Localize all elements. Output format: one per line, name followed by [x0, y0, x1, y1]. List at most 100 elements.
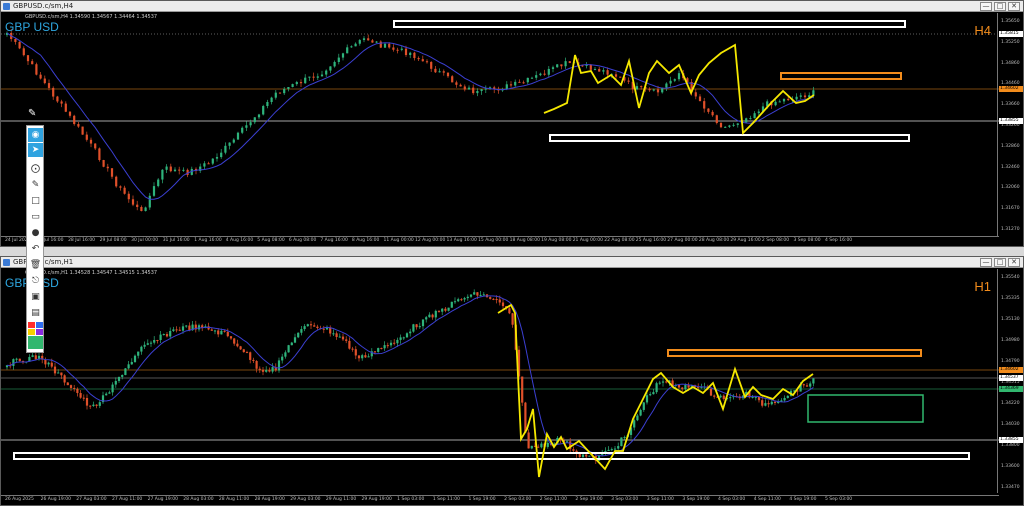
candle-body [89, 139, 93, 144]
close-button[interactable]: ✕ [1008, 2, 1020, 11]
price-scale[interactable]: 1.35650 1.35250 1.34860 1.34460 1.33660 1.332… [997, 13, 1023, 237]
candle-body [295, 82, 298, 85]
candle-body [383, 345, 386, 349]
time-label: 26 Aug 19:00 [40, 497, 71, 502]
candle-body [652, 392, 655, 395]
clipboard-icon[interactable]: ▤ [28, 306, 43, 320]
candle-body [325, 70, 328, 75]
candle-body [620, 437, 623, 447]
candlestick-chart-h4[interactable] [1, 13, 999, 237]
maximize-button[interactable]: □ [994, 258, 1006, 267]
candle-body [316, 326, 319, 329]
minimize-button[interactable]: — [980, 258, 992, 267]
candle-body [346, 47, 349, 54]
candle-body [341, 336, 345, 340]
candle-body [262, 106, 265, 115]
candle-body [89, 405, 92, 407]
price-tag: 1.33855 [999, 437, 1023, 443]
candle-body [236, 343, 239, 347]
price-tick: 1.34790 [1001, 359, 1020, 364]
time-label: 29 Aug 19:00 [361, 497, 392, 502]
price-tick: 1.35130 [1001, 317, 1020, 322]
candle-body [480, 89, 483, 92]
candle-body [476, 91, 479, 94]
undo-icon[interactable]: ↶ [28, 242, 43, 256]
candle-body [623, 437, 626, 439]
time-label: 4 Aug 16:00 [225, 238, 254, 243]
candle-body [409, 52, 412, 56]
candle-body [283, 88, 286, 94]
pen-pin-icon[interactable]: ✎ [28, 108, 39, 121]
candle-body [236, 132, 240, 140]
candlestick-chart-h1[interactable] [1, 269, 999, 495]
cursor-icon[interactable]: ➤ [28, 143, 43, 157]
candle-body [98, 402, 101, 406]
time-axis[interactable]: 24 Jul 2025 25 Jul 16:00 28 Jul 16:00 29 Ju… [1, 236, 999, 246]
candle-body [249, 352, 252, 360]
price-scale[interactable]: 1.35540 1.35335 1.35130 1.34980 1.34790 1.345… [997, 269, 1023, 493]
candle-body [707, 108, 710, 112]
candle-body [437, 310, 441, 312]
title-bar[interactable]: GBPUSD.c/sm,H1 — □ ✕ [1, 257, 1023, 268]
color-swatch-blue[interactable] [36, 322, 43, 328]
candle-body [162, 334, 165, 336]
eraser-icon[interactable]: ▭ [28, 210, 43, 224]
candle-body [802, 384, 805, 386]
candle-body [76, 388, 79, 394]
chart-window-h1[interactable]: GBPUSD.c/sm,H1 — □ ✕ GBPUSD.c/sm,H1 1.34… [0, 256, 1024, 506]
screenshot-icon[interactable]: ▣ [28, 290, 43, 304]
candle-body [619, 76, 622, 78]
candle-body [405, 333, 409, 338]
eye-icon[interactable]: ◉ [28, 128, 43, 142]
candle-body [85, 134, 88, 140]
candle-body [715, 115, 718, 123]
candle-body [722, 395, 725, 400]
candle-body [642, 402, 645, 410]
candle-body [809, 383, 812, 387]
candle-body [661, 381, 665, 383]
close-button[interactable]: ✕ [1008, 258, 1020, 267]
pencil-icon[interactable]: ✎ [28, 178, 43, 192]
candle-body [633, 420, 636, 428]
time-label: 8 Aug 16:00 [351, 238, 380, 243]
candle-body [335, 333, 338, 337]
candle-body [265, 370, 268, 372]
candle-body [60, 372, 63, 376]
title-bar[interactable]: GBPUSD.c/sm,H4 — □ ✕ [1, 1, 1023, 12]
candle-body [130, 362, 133, 365]
rectangle-icon[interactable]: □ [28, 194, 43, 208]
maximize-button[interactable]: □ [994, 2, 1006, 11]
candle-body [598, 68, 601, 72]
candle-body [39, 74, 42, 79]
price-tick: 1.35335 [1001, 296, 1020, 301]
candle-body [77, 124, 80, 127]
candle-body [220, 330, 223, 335]
time-axis[interactable]: 26 Aug 2025 26 Aug 19:00 27 Aug 03:00 27 Au… [1, 495, 999, 505]
chart-window-h4[interactable]: GBPUSD.c/sm,H4 — □ ✕ GBPUSD.c/sm,H4 1.34… [0, 0, 1024, 247]
candle-body [526, 77, 529, 83]
active-color-swatch[interactable] [28, 336, 43, 349]
candle-body [412, 324, 415, 332]
candle-body [127, 193, 130, 200]
minimize-button[interactable]: — [980, 2, 992, 11]
candle-body [79, 393, 82, 398]
trash-icon[interactable]: 🗑 [28, 258, 43, 272]
candle-body [459, 84, 462, 87]
time-label: 3 Sep 03:00 [611, 497, 639, 502]
color-swatch-yellow[interactable] [28, 329, 35, 335]
color-swatch-red[interactable] [28, 322, 35, 328]
candle-body [178, 169, 181, 171]
price-tag: 1.34537 [999, 375, 1023, 381]
dot-icon[interactable]: ● [28, 226, 43, 240]
candle-body [383, 43, 387, 48]
candle-body [482, 294, 485, 296]
candle-body [489, 297, 492, 299]
crosshair-icon[interactable]: ⨀ [28, 162, 43, 176]
candle-body [684, 384, 687, 390]
candle-body [146, 343, 149, 345]
candle-body [159, 334, 162, 341]
candle-body [484, 88, 487, 90]
color-swatch-purple[interactable] [36, 329, 43, 335]
candle-body [681, 387, 684, 390]
magnet-icon[interactable]: ⎋ [28, 274, 43, 288]
